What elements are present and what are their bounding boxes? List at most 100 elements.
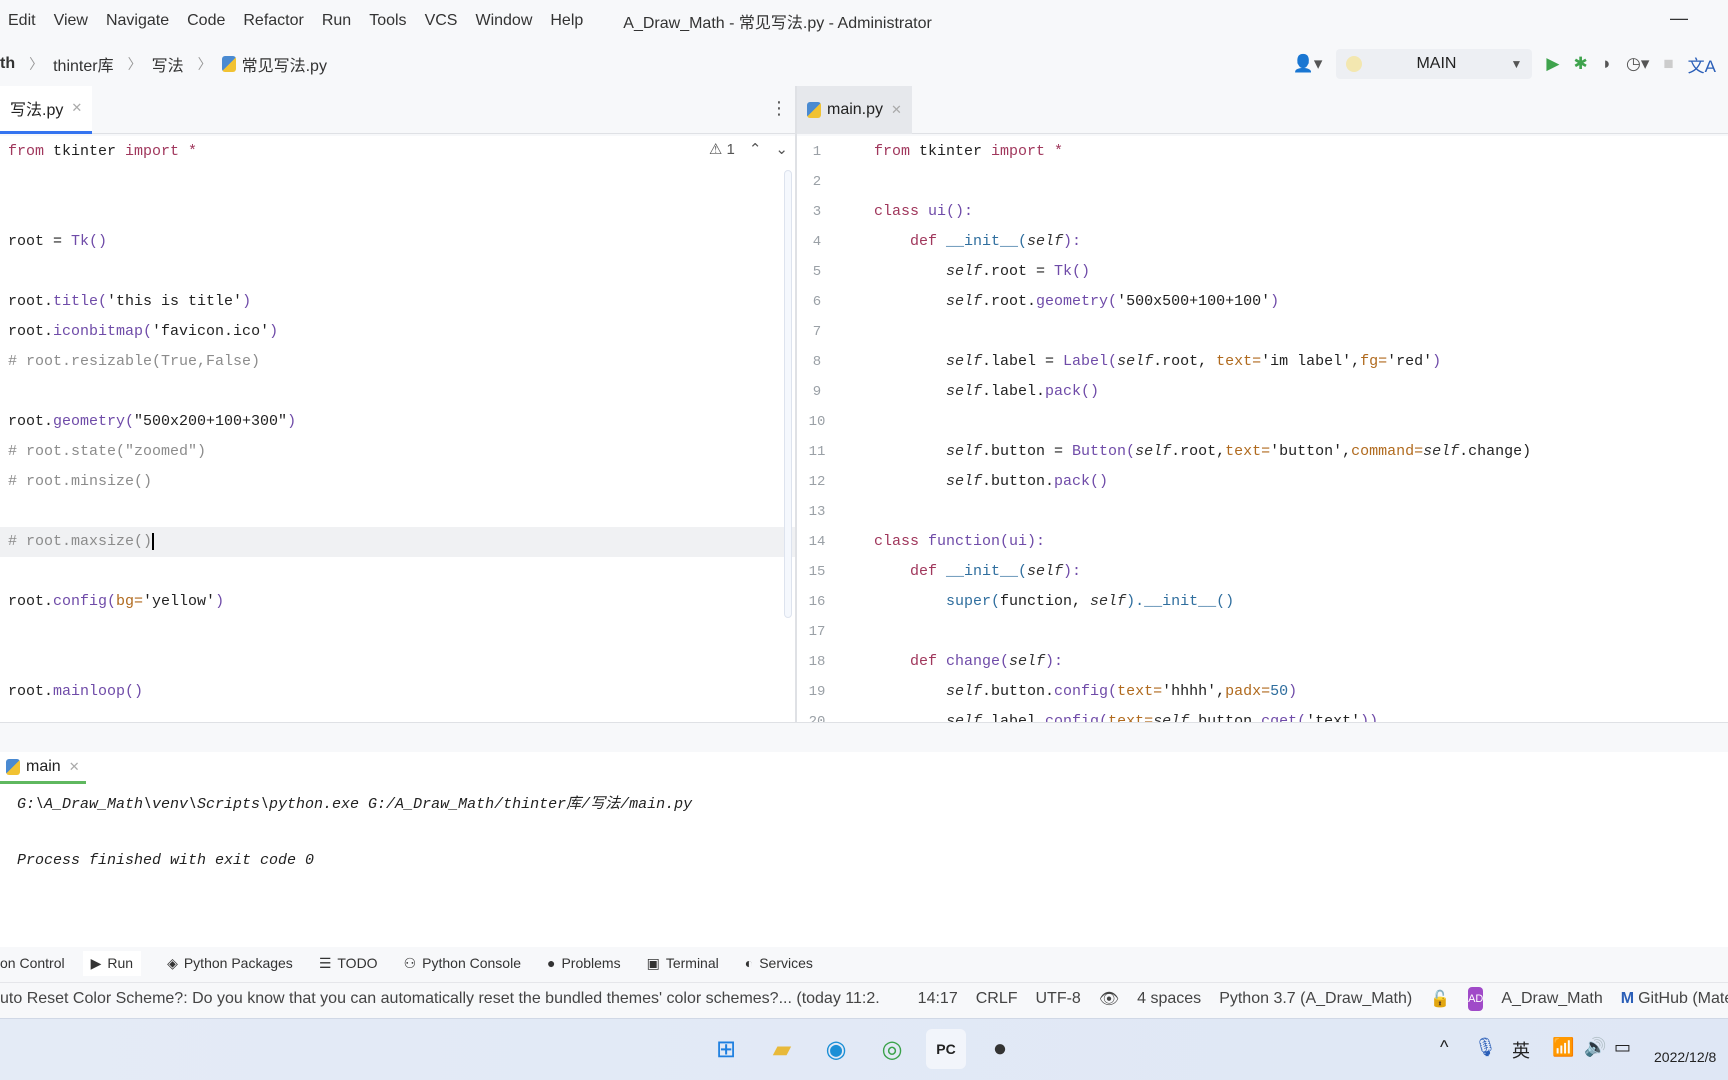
- code-line[interactable]: 16 super(function, self).__init__(): [797, 587, 1728, 617]
- menu-vcs[interactable]: VCS: [425, 12, 458, 30]
- menu-run[interactable]: Run: [322, 12, 351, 30]
- run-icon[interactable]: ▶: [1546, 54, 1559, 74]
- tab-xiefa-py[interactable]: 写法.py ✕: [0, 85, 93, 134]
- clock-date[interactable]: 2022/12/8: [1654, 1049, 1716, 1065]
- menu-code[interactable]: Code: [187, 12, 225, 30]
- more-options-icon[interactable]: ⋮: [770, 98, 788, 119]
- chevron-up-icon[interactable]: ^: [1440, 1037, 1448, 1058]
- tool-python-console[interactable]: ⚇ Python Console: [404, 955, 521, 972]
- code-line[interactable]: [0, 617, 796, 647]
- code-line[interactable]: # root.resizable(True,False): [0, 347, 796, 377]
- code-line[interactable]: 7: [797, 317, 1728, 347]
- lock-icon[interactable]: 🔓: [1430, 989, 1450, 1009]
- panel-divider[interactable]: [0, 722, 1728, 752]
- code-line[interactable]: 18 def change(self):: [797, 647, 1728, 677]
- project-name[interactable]: A_Draw_Math: [1501, 990, 1602, 1008]
- code-line[interactable]: 13: [797, 497, 1728, 527]
- indent-setting[interactable]: 4 spaces: [1137, 990, 1201, 1008]
- menu-edit[interactable]: Edit: [8, 12, 36, 30]
- code-line[interactable]: 9 self.label.pack(): [797, 377, 1728, 407]
- theme-name[interactable]: GitHub (Mater: [1638, 990, 1728, 1008]
- right-code-editor[interactable]: 1 from tkinter import * 2 3 class ui(): 4 def…: [797, 136, 1728, 722]
- coverage-icon[interactable]: ◗: [1602, 54, 1612, 74]
- windows-start-icon[interactable]: ⊞: [706, 1029, 746, 1069]
- code-line[interactable]: 6 self.root.geometry('500x500+100+100'): [797, 287, 1728, 317]
- breadcrumb-project[interactable]: th: [0, 55, 15, 73]
- code-line[interactable]: 17: [797, 617, 1728, 647]
- code-line[interactable]: # root.state("zoomed"): [0, 437, 796, 467]
- code-line[interactable]: root.title('this is title'): [0, 287, 796, 317]
- microphone-icon[interactable]: 🎙: [1474, 1037, 1497, 1058]
- code-line[interactable]: root.mainloop(): [0, 677, 796, 707]
- code-line[interactable]: 12 self.button.pack(): [797, 467, 1728, 497]
- close-icon[interactable]: ✕: [71, 100, 82, 116]
- breadcrumb-file[interactable]: 常见写法.py: [242, 52, 327, 76]
- tool-problems[interactable]: ● Problems: [547, 955, 621, 971]
- code-line[interactable]: 3 class ui():: [797, 197, 1728, 227]
- translate-icon[interactable]: 文A: [1688, 52, 1716, 77]
- close-icon[interactable]: ✕: [69, 759, 80, 775]
- volume-icon[interactable]: 🔊: [1584, 1037, 1606, 1058]
- tool-run[interactable]: ▶ Run: [82, 950, 142, 976]
- code-line[interactable]: root = Tk(): [0, 227, 796, 257]
- code-line[interactable]: # root.minsize(): [0, 467, 796, 497]
- code-line[interactable]: from tkinter import *: [0, 137, 796, 167]
- line-ending[interactable]: CRLF: [976, 990, 1018, 1008]
- code-line[interactable]: root.geometry("500x200+100+300"): [0, 407, 796, 437]
- profile-icon[interactable]: ◷▾: [1626, 54, 1649, 74]
- tab-run-main[interactable]: main ✕: [0, 752, 86, 784]
- tab-main-py[interactable]: main.py ✕: [797, 85, 912, 134]
- code-line[interactable]: [0, 497, 796, 527]
- file-explorer-icon[interactable]: ▰: [762, 1029, 802, 1069]
- code-line[interactable]: 5 self.root = Tk(): [797, 257, 1728, 287]
- left-code-editor[interactable]: ⚠ 1 ⌃ ⌄ from tkinter import * root = Tk()…: [0, 136, 796, 722]
- code-line[interactable]: 15 def __init__(self):: [797, 557, 1728, 587]
- code-line[interactable]: [0, 257, 796, 287]
- code-line[interactable]: root.config(bg='yellow'): [0, 587, 796, 617]
- minimize-button[interactable]: —: [1670, 8, 1688, 29]
- file-encoding[interactable]: UTF-8: [1036, 990, 1081, 1008]
- breadcrumb-subfolder[interactable]: 写法: [152, 52, 184, 76]
- menu-window[interactable]: Window: [475, 12, 532, 30]
- tool-services[interactable]: ◐ Services: [745, 955, 813, 971]
- code-line[interactable]: [0, 197, 796, 227]
- run-configuration-select[interactable]: MAIN ▼: [1336, 49, 1533, 79]
- eye-icon[interactable]: 👁: [1099, 989, 1119, 1009]
- pycharm-icon[interactable]: PC: [926, 1029, 966, 1069]
- edge-icon[interactable]: ◉: [816, 1029, 856, 1069]
- code-line[interactable]: [0, 557, 796, 587]
- code-line[interactable]: [0, 647, 796, 677]
- stop-icon[interactable]: ■: [1663, 54, 1673, 74]
- code-line[interactable]: 20 self.label.config(text=self.button.cg…: [797, 707, 1728, 722]
- obs-icon[interactable]: ●: [980, 1029, 1020, 1069]
- debug-icon[interactable]: ✱: [1573, 54, 1587, 74]
- code-line[interactable]: 8 self.label = Label(self.root, text='im…: [797, 347, 1728, 377]
- menu-tools[interactable]: Tools: [369, 12, 406, 30]
- wifi-icon[interactable]: 📶: [1552, 1037, 1574, 1058]
- tool-python-packages[interactable]: ◈ Python Packages: [167, 955, 293, 972]
- code-line[interactable]: root.iconbitmap('favicon.ico'): [0, 317, 796, 347]
- code-line[interactable]: [0, 167, 796, 197]
- code-line[interactable]: 10: [797, 407, 1728, 437]
- python-interpreter[interactable]: Python 3.7 (A_Draw_Math): [1219, 990, 1412, 1008]
- user-icon[interactable]: 👤▾: [1293, 54, 1323, 74]
- code-line[interactable]: [0, 377, 796, 407]
- chrome-icon[interactable]: ◎: [872, 1029, 912, 1069]
- battery-icon[interactable]: ▭: [1614, 1037, 1631, 1058]
- tool-todo[interactable]: ☰ TODO: [319, 955, 378, 972]
- code-line[interactable]: 11 self.button = Button(self.root,text='…: [797, 437, 1728, 467]
- status-message[interactable]: uto Reset Color Scheme?: Do you know tha…: [0, 990, 880, 1008]
- code-line[interactable]: 4 def __init__(self):: [797, 227, 1728, 257]
- tool-terminal[interactable]: ▣ Terminal: [647, 955, 719, 972]
- ime-indicator[interactable]: 英: [1512, 1037, 1530, 1063]
- code-line[interactable]: 14 class function(ui):: [797, 527, 1728, 557]
- breadcrumb-folder[interactable]: thinter库: [53, 52, 113, 76]
- tool-version-control[interactable]: on Control: [0, 955, 65, 971]
- menu-refactor[interactable]: Refactor: [243, 12, 303, 30]
- code-line[interactable]: 2: [797, 167, 1728, 197]
- code-line[interactable]: 19 self.button.config(text='hhhh',padx=5…: [797, 677, 1728, 707]
- menu-help[interactable]: Help: [550, 12, 583, 30]
- code-line[interactable]: 1 from tkinter import *: [797, 137, 1728, 167]
- caret-position[interactable]: 14:17: [918, 990, 958, 1008]
- editor-scrollbar[interactable]: [784, 170, 792, 618]
